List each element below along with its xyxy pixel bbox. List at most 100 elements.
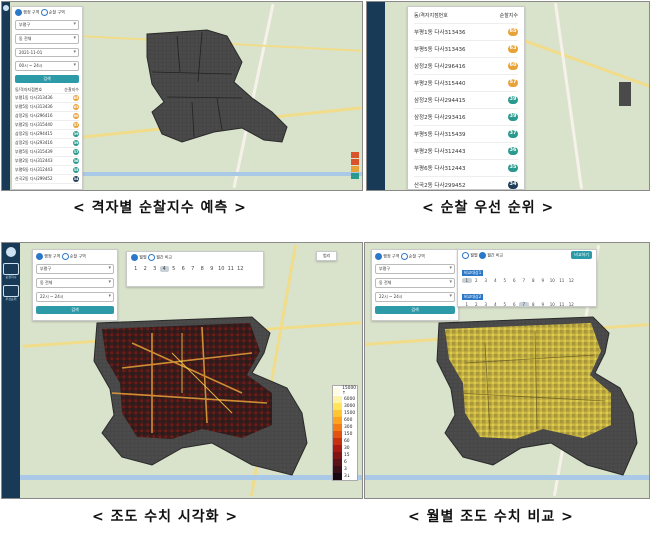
month-button[interactable]: 5 xyxy=(500,302,510,307)
radio-patrol[interactable] xyxy=(400,253,408,260)
control-red-2[interactable] xyxy=(351,159,359,165)
rank-row[interactable]: 부평5동 다사315439 37 xyxy=(414,126,518,143)
radio-compare[interactable] xyxy=(147,254,155,261)
month-button[interactable]: 4 xyxy=(491,302,501,307)
month-button[interactable]: 6 xyxy=(179,266,189,272)
month-button[interactable]: 7 xyxy=(519,302,529,307)
legend-label: 3↓ xyxy=(344,474,351,479)
control-teal[interactable] xyxy=(351,173,359,179)
month-button[interactable]: 7 xyxy=(188,266,198,272)
month-button[interactable]: 2 xyxy=(141,266,151,272)
rank-row[interactable]: 부평2동 다사315440 57 xyxy=(15,121,79,130)
month-button[interactable]: 6 xyxy=(510,278,520,283)
radio-patrol[interactable] xyxy=(61,253,69,260)
radio-patrol[interactable] xyxy=(40,9,48,16)
rank-row[interactable]: 부평2동 다사312443 36 xyxy=(15,157,79,166)
rank-row[interactable]: 삼정2동 다사293416 39 xyxy=(414,109,518,126)
sidebar-logo xyxy=(6,247,16,257)
month-button[interactable]: 11 xyxy=(226,266,236,272)
dong-select[interactable]: 동 전체 xyxy=(36,278,114,288)
rank-row[interactable]: 삼정2동 다사293416 39 xyxy=(15,139,79,148)
sidebar-item-edit[interactable]: 우선순위 xyxy=(2,285,20,301)
rank-row[interactable]: 산곡2동 다사299452 34 xyxy=(414,177,518,190)
month-button[interactable]: 8 xyxy=(529,278,539,283)
search-button[interactable]: 검색 xyxy=(15,75,79,83)
rank-row[interactable]: 부평1동 다사313436 65 xyxy=(414,24,518,41)
month-button[interactable]: 8 xyxy=(198,266,208,272)
month-button[interactable]: 12 xyxy=(236,266,246,272)
month-button[interactable]: 10 xyxy=(548,302,558,307)
dong-select[interactable]: 동 전체 xyxy=(375,278,455,288)
sidebar-item-bell[interactable]: 순찰지수 xyxy=(2,263,20,279)
month-button[interactable]: 5 xyxy=(169,266,179,272)
rank-row[interactable]: 부평2동 다사315440 57 xyxy=(414,75,518,92)
rank-row[interactable]: 부평2동 다사312443 36 xyxy=(414,143,518,160)
date-select[interactable]: 2021-11-01 xyxy=(15,48,79,57)
top-right-button[interactable]: 범리 xyxy=(316,251,338,261)
rank-row[interactable]: 부평5동 다사313436 63 xyxy=(414,41,518,58)
rank-row[interactable]: 삼정2동 다사296416 60 xyxy=(15,112,79,121)
month-button[interactable]: 12 xyxy=(567,302,577,307)
month-button[interactable]: 3 xyxy=(481,278,491,283)
radio-admin[interactable] xyxy=(36,253,43,260)
district-select[interactable]: 부평구 xyxy=(15,20,79,30)
legend-row: 150 xyxy=(333,431,357,438)
month-button[interactable]: 5 xyxy=(500,278,510,283)
search-button[interactable]: 검색 xyxy=(375,306,455,314)
month-button[interactable]: 4 xyxy=(491,278,501,283)
month-button[interactable]: 11 xyxy=(557,302,567,307)
panel-patrol-index-map: 행정 구역 순찰 구역 부평구 동 전체 2021-11-01 00시 ~ 24… xyxy=(1,1,363,191)
month-button[interactable]: 9 xyxy=(207,266,217,272)
month-button[interactable]: 3 xyxy=(150,266,160,272)
rank-row-score-badge: 35 xyxy=(73,167,79,173)
month-button[interactable]: 6 xyxy=(510,302,520,307)
month-button[interactable]: 9 xyxy=(538,302,548,307)
month-button[interactable]: 8 xyxy=(529,302,539,307)
time-select[interactable]: 22시 ~ 24시 xyxy=(375,292,455,302)
radio-compare-label: 월간 비교 xyxy=(156,254,173,260)
rank-row[interactable]: 삼정2동 다사294415 39 xyxy=(414,92,518,109)
radio-admin[interactable] xyxy=(15,9,22,16)
radio-monthly[interactable] xyxy=(462,252,469,259)
search-button[interactable]: 검색 xyxy=(36,306,114,314)
month-button[interactable]: 10 xyxy=(217,266,227,272)
month-button[interactable]: 7 xyxy=(519,278,529,283)
month-button[interactable]: 10 xyxy=(548,278,558,283)
month-button[interactable]: 3 xyxy=(481,302,491,307)
month-button[interactable]: 1 xyxy=(462,302,472,307)
radio-monthly[interactable] xyxy=(131,254,138,261)
rank-row[interactable]: 부평6동 다사312443 35 xyxy=(15,166,79,175)
control-orange[interactable] xyxy=(351,166,359,172)
rank-row[interactable]: 부평5동 다사313436 63 xyxy=(15,103,79,112)
rank-row[interactable]: 부평6동 다사312443 35 xyxy=(414,160,518,177)
time-select[interactable]: 22시 ~ 24시 xyxy=(36,292,114,302)
radio-compare[interactable] xyxy=(478,252,486,259)
legend-label: 15000 ↑ xyxy=(342,386,357,396)
control-red-1[interactable] xyxy=(351,152,359,158)
month-button[interactable]: 11 xyxy=(557,278,567,283)
radio-admin[interactable] xyxy=(375,253,382,260)
rank-row[interactable]: 부평1동 다사313436 65 xyxy=(15,94,79,103)
mode-radio-group: 월별 월간 비교 비교하기 xyxy=(462,251,592,259)
month-button[interactable]: 1 xyxy=(462,278,472,283)
month-button[interactable]: 2 xyxy=(472,302,482,307)
month-button[interactable]: 9 xyxy=(538,278,548,283)
radio-patrol-label: 순찰 구역 xyxy=(408,253,425,259)
rank-row[interactable]: 삼정2동 다사296416 60 xyxy=(414,58,518,75)
rank-row[interactable]: 산곡2동 다사299452 34 xyxy=(15,175,79,184)
month-button[interactable]: 1 xyxy=(131,266,141,272)
rank-row-name: 삼정2동 다사293416 xyxy=(414,115,466,121)
rank-row[interactable]: 삼정2동 다사294415 39 xyxy=(15,130,79,139)
month-button[interactable]: 4 xyxy=(159,266,169,272)
compare-button[interactable]: 비교하기 xyxy=(571,251,592,259)
time-select[interactable]: 00시 ~ 24시 xyxy=(15,61,79,71)
legend-row: 1500 xyxy=(333,410,357,417)
month-button[interactable]: 12 xyxy=(567,278,577,283)
dong-select[interactable]: 동 전체 xyxy=(15,34,79,44)
legend-label: 300 xyxy=(344,425,353,430)
district-select[interactable]: 부평구 xyxy=(36,264,114,274)
month-button[interactable]: 2 xyxy=(472,278,482,283)
district-select[interactable]: 부평구 xyxy=(375,264,455,274)
rank-row[interactable]: 부평5동 다사315439 37 xyxy=(15,148,79,157)
month-selector: 월별 월간 비교 1 2 3 4 5 6 7 8 9 10 11 12 xyxy=(126,251,264,287)
